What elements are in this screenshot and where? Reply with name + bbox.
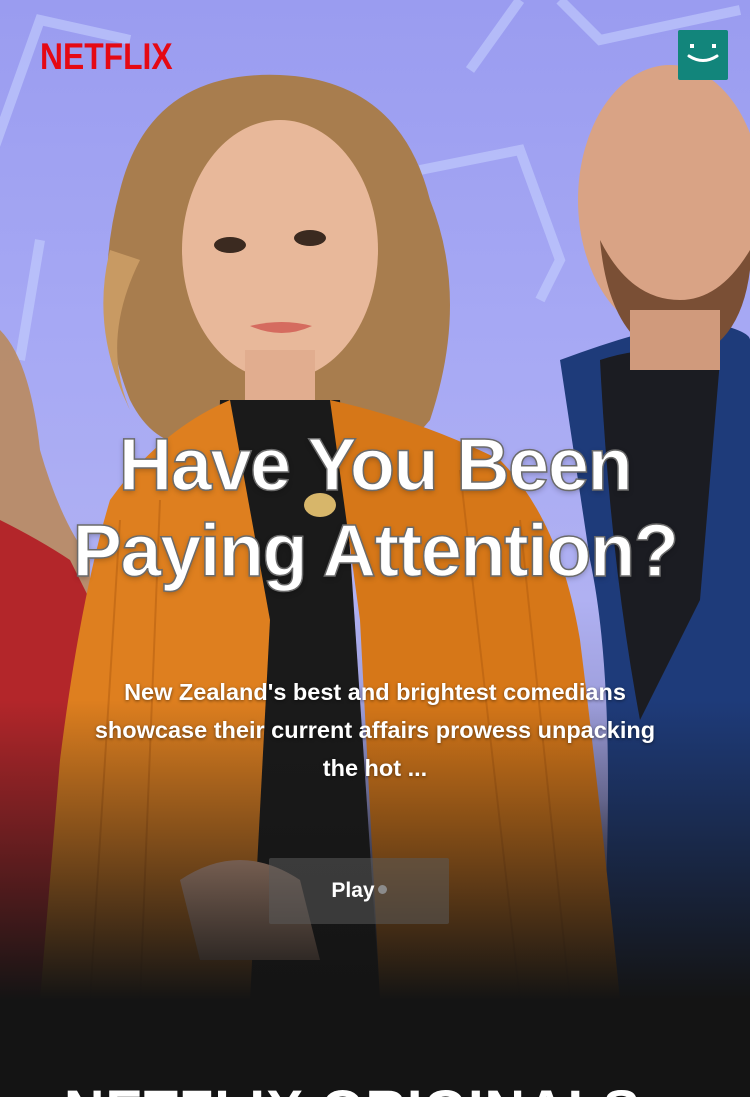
hero-description: New Zealand's best and brightest comedia…: [94, 679, 656, 781]
play-indicator-icon: [377, 884, 387, 894]
netflix-logo[interactable]: NETFLIX: [40, 38, 173, 75]
profile-avatar[interactable]: [678, 30, 728, 80]
play-label: Play: [331, 879, 375, 902]
netflix-browse-page: NETFLIX Have You Been Paying Attention? …: [0, 0, 750, 1097]
originals-section-heading: NETFLIX ORIGINALS: [64, 1080, 641, 1097]
hero-title: Have You Been Paying Attention?: [72, 422, 680, 593]
play-button[interactable]: Play: [269, 858, 449, 924]
smiley-profile-icon: [687, 44, 719, 62]
